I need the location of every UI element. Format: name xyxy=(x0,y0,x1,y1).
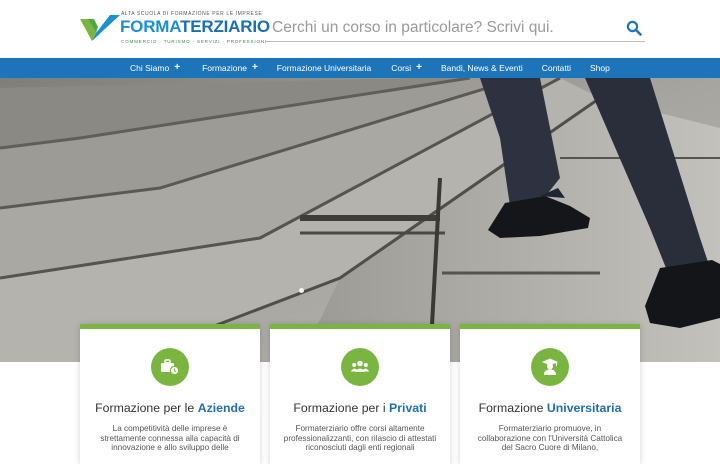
formaterziario-logo[interactable]: ALTA SCUOLA DI FORMAZIONE PER LE IMPRESE… xyxy=(80,11,270,47)
nav-item-bandi-news-eventi[interactable]: Bandi, News & Eventi xyxy=(441,58,523,78)
card-title[interactable]: Formazione per i Privati xyxy=(270,401,450,415)
nav-item-label: Shop xyxy=(590,63,610,73)
card-title[interactable]: Formazione per le Aziende xyxy=(80,401,260,415)
logo-name-part1: FORMA xyxy=(120,17,181,36)
hero-slider[interactable] xyxy=(0,78,720,362)
card-title[interactable]: Formazione Universitaria xyxy=(460,401,640,415)
nav-item-label: Contatti xyxy=(541,63,571,73)
card-title-prefix: Formazione xyxy=(478,401,547,415)
card-universitaria[interactable]: Formazione Universitaria Formaterziario … xyxy=(460,324,640,464)
card-title-prefix: Formazione per le xyxy=(95,401,198,415)
search-bar xyxy=(266,14,645,42)
nav-item-chi-siamo[interactable]: Chi Siamo + xyxy=(130,58,180,78)
users-group-icon xyxy=(341,348,379,386)
nav-item-formazione[interactable]: Formazione + xyxy=(202,58,258,78)
slider-dot-active[interactable] xyxy=(299,288,304,293)
card-text: Formaterziario promuove, in collaborazio… xyxy=(477,424,623,453)
plus-icon[interactable]: + xyxy=(252,63,258,73)
graduate-icon xyxy=(531,348,569,386)
main-navigation: Chi Siamo + Formazione + Formazione Univer… xyxy=(0,58,720,78)
logo-subtitle: COMMERCIO · TURISMO · SERVIZI · PROFESSI… xyxy=(121,39,268,44)
nav-item-label: Formazione xyxy=(202,63,247,73)
logo-name-part2: TERZIARIO xyxy=(180,17,270,36)
logo-name: FORMATERZIARIO xyxy=(120,17,270,37)
card-text: Formaterziario offre corsi altamente pro… xyxy=(283,424,437,453)
hero-stairs-image xyxy=(0,78,720,362)
search-icon[interactable] xyxy=(626,20,642,36)
card-title-bold: Universitaria xyxy=(546,401,622,415)
card-title-bold: Aziende xyxy=(197,401,245,415)
logo-checkmark-icon xyxy=(80,15,120,41)
card-title-prefix: Formazione per i xyxy=(293,401,390,415)
nav-item-corsi[interactable]: Corsi + xyxy=(391,58,422,78)
nav-item-label: Corsi xyxy=(391,63,412,73)
nav-item-contatti[interactable]: Contatti xyxy=(542,58,571,78)
card-text: La competitività delle imprese è stretta… xyxy=(100,424,240,453)
plus-icon[interactable]: + xyxy=(416,63,422,73)
card-aziende[interactable]: Formazione per le Aziende La competitivi… xyxy=(80,324,260,464)
plus-icon[interactable]: + xyxy=(174,63,180,73)
site-header: ALTA SCUOLA DI FORMAZIONE PER LE IMPRESE… xyxy=(0,0,720,58)
card-title-bold: Privati xyxy=(389,401,427,415)
nav-item-shop[interactable]: Shop xyxy=(590,58,610,78)
briefcase-clock-icon xyxy=(151,348,189,386)
nav-item-formazione-universitaria[interactable]: Formazione Universitaria xyxy=(277,58,371,78)
search-input[interactable] xyxy=(272,16,612,40)
nav-item-label: Bandi, News & Eventi xyxy=(440,63,523,73)
card-privati[interactable]: Formazione per i Privati Formaterziario … xyxy=(270,324,450,464)
nav-item-label: Formazione Universitaria xyxy=(276,63,372,73)
nav-item-label: Chi Siamo xyxy=(130,63,170,73)
